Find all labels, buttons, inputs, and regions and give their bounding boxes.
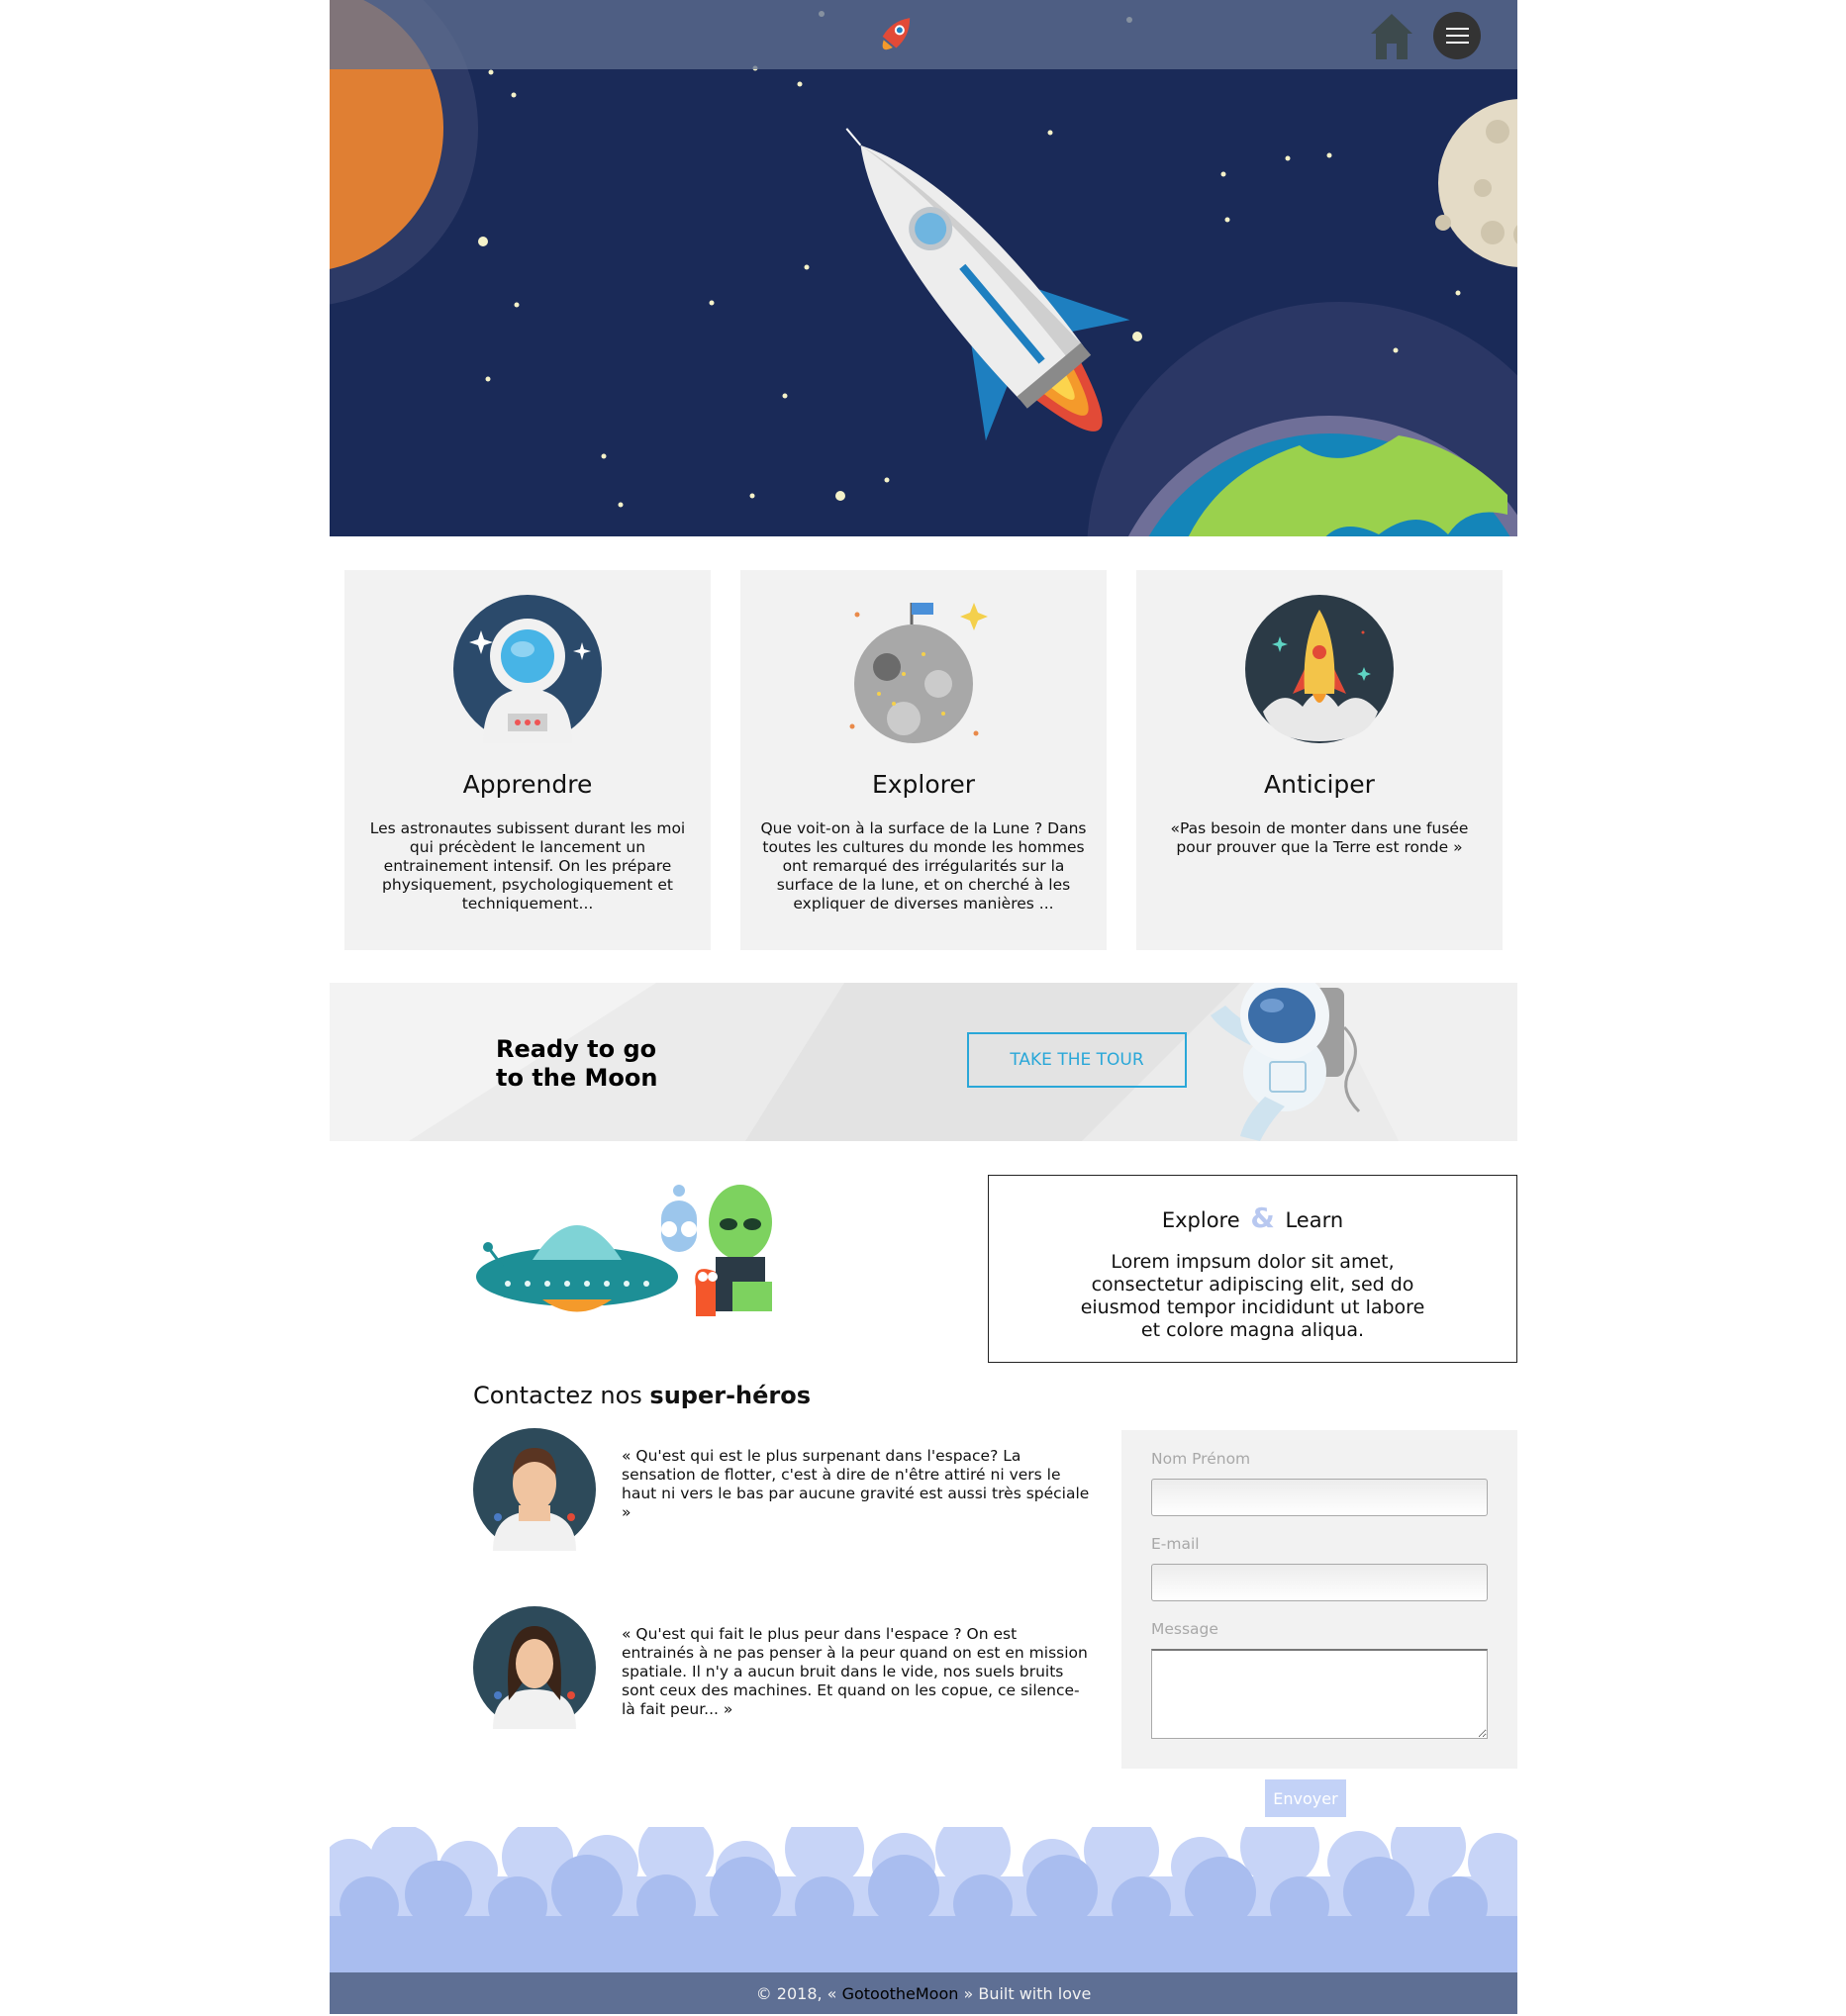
contact-heading-bold: super-héros xyxy=(649,1382,812,1409)
learn-word: Learn xyxy=(1285,1208,1344,1232)
top-navigation-bar xyxy=(330,0,1517,69)
feature-title: Apprendre xyxy=(462,770,593,799)
contact-heading: Contactez nos super-héros xyxy=(473,1382,811,1409)
name-field[interactable] xyxy=(1151,1479,1488,1516)
message-label: Message xyxy=(1151,1620,1218,1638)
explore-title: Explore & Learn xyxy=(989,1201,1516,1234)
feature-card-anticiper: Anticiper «Pas besoin de monter dans une… xyxy=(1136,570,1503,950)
astronaut-quote: « Qu'est qui est le plus surpenant dans … xyxy=(622,1447,1090,1521)
explore-learn-box: Explore & Learn Lorem impsum dolor sit a… xyxy=(988,1175,1517,1363)
footer-text: © 2018, « GotootheMoon » Built with love xyxy=(756,1984,1092,2003)
email-label: E-mail xyxy=(1151,1535,1200,1553)
feature-text: Que voit-on à la surface de la Lune ? Da… xyxy=(760,819,1087,912)
rocket-logo-icon[interactable] xyxy=(871,10,921,59)
astronaut-male-avatar xyxy=(473,1428,596,1551)
footer-suffix: » Built with love xyxy=(958,1984,1092,2003)
aliens-ufo-illustration xyxy=(476,1185,772,1316)
feature-title: Explorer xyxy=(871,770,976,799)
feature-card-explorer: Explorer Que voit-on à la surface de la … xyxy=(740,570,1107,950)
ampersand: & xyxy=(1250,1201,1275,1234)
name-label: Nom Prénom xyxy=(1151,1450,1251,1468)
feature-title: Anticiper xyxy=(1264,770,1375,799)
space-illustration xyxy=(330,0,1517,536)
take-the-tour-button[interactable]: TAKE THE TOUR xyxy=(967,1032,1187,1088)
footer: © 2018, « GotootheMoon » Built with love xyxy=(330,1972,1517,2014)
send-button[interactable]: Envoyer xyxy=(1265,1779,1346,1817)
footer-prefix: © 2018, « xyxy=(755,1984,842,2003)
email-field[interactable] xyxy=(1151,1564,1488,1601)
feature-text: «Pas besoin de monter dans une fusée pou… xyxy=(1170,819,1469,856)
page: Apprendre Les astronautes subissent dura… xyxy=(330,0,1517,2014)
call-to-action-banner: Ready to go to the Moon TAKE THE TOUR xyxy=(330,983,1517,1141)
banner-title: Ready to go to the Moon xyxy=(496,1035,658,1092)
contact-form: Nom Prénom E-mail Message xyxy=(1121,1430,1517,1769)
rocket-launch-icon xyxy=(1245,595,1394,743)
astronaut-floating-icon xyxy=(1211,983,1361,1141)
clouds-decoration xyxy=(330,1827,1517,1972)
contact-heading-text: Contactez nos xyxy=(473,1382,650,1409)
explore-text: Lorem impsum dolor sit amet, consectetur… xyxy=(1080,1251,1425,1341)
footer-brand-link[interactable]: GotootheMoon xyxy=(842,1984,959,2003)
hamburger-menu-icon[interactable] xyxy=(1433,12,1481,59)
home-icon[interactable] xyxy=(1369,12,1414,61)
feature-card-apprendre: Apprendre Les astronautes subissent dura… xyxy=(344,570,711,950)
astronaut-female-avatar xyxy=(473,1606,596,1729)
hero-section xyxy=(330,0,1517,536)
explore-word: Explore xyxy=(1161,1208,1240,1232)
astronaut-quote: « Qu'est qui fait le plus peur dans l'es… xyxy=(622,1625,1088,1718)
message-field[interactable] xyxy=(1151,1649,1488,1739)
astronaut-icon xyxy=(453,595,602,743)
moon-flag-icon xyxy=(849,603,988,743)
feature-text: Les astronautes subissent durant les moi… xyxy=(369,819,686,912)
